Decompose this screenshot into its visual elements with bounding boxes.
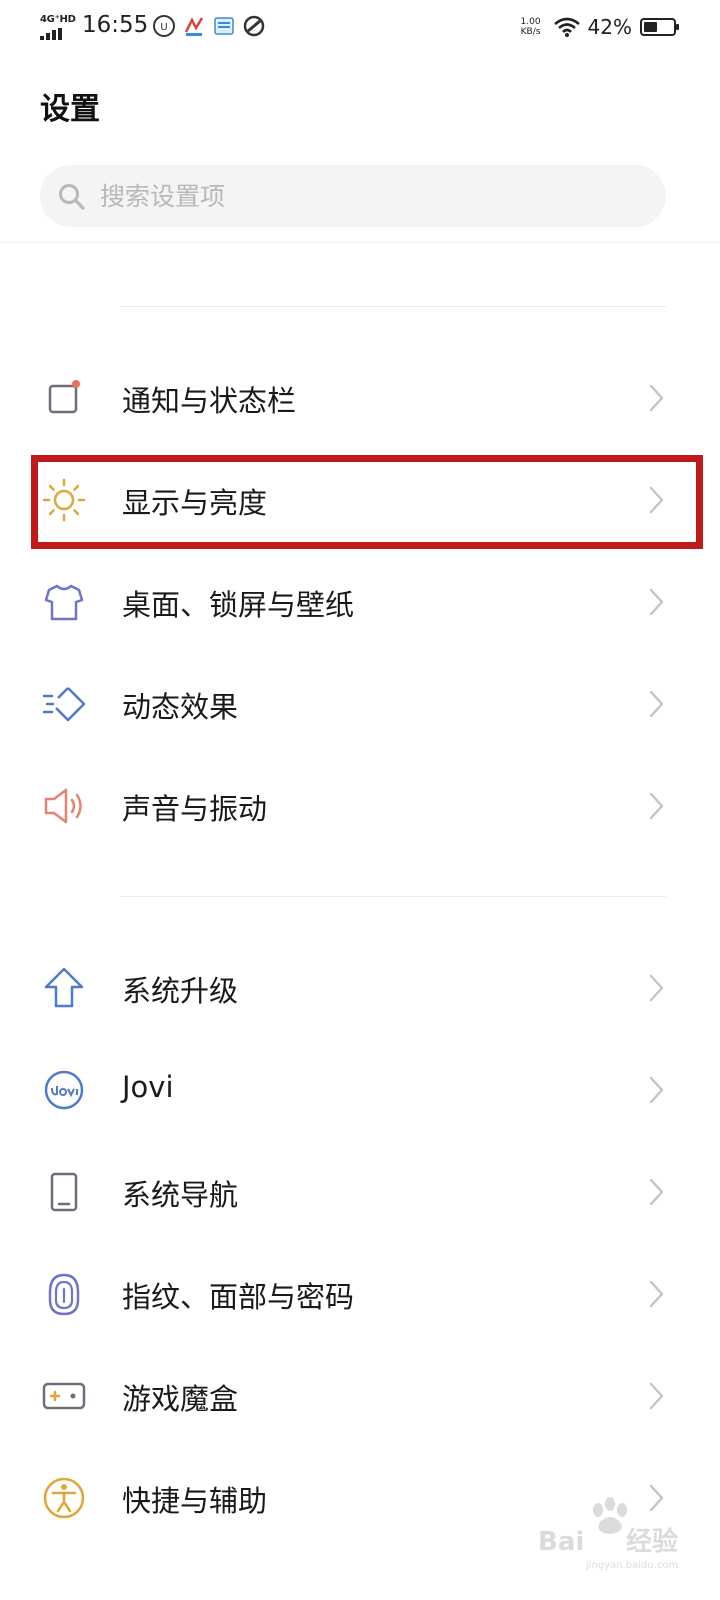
signal-bars-icon <box>40 28 62 40</box>
chevron-right-icon <box>649 1076 664 1104</box>
settings-item-label: 桌面、锁屏与壁纸 <box>122 588 355 622</box>
fingerprint-icon <box>48 1273 80 1316</box>
settings-item-label: Jovi <box>122 1070 174 1104</box>
search-bar[interactable] <box>40 165 666 227</box>
app-notification-icon <box>243 15 265 37</box>
battery-icon <box>640 18 679 36</box>
settings-item-label: 动态效果 <box>122 690 239 724</box>
settings-item-label: 快捷与辅助 <box>122 1484 268 1518</box>
settings-item-sound-vibration[interactable]: 声音与振动 <box>0 756 720 856</box>
tshirt-icon <box>44 584 84 621</box>
settings-item-label: 指纹、面部与密码 <box>122 1280 355 1314</box>
search-input[interactable] <box>100 165 640 227</box>
settings-item-display-brightness[interactable]: 显示与亮度 <box>0 450 720 550</box>
group-divider <box>120 896 666 897</box>
app-notification-icon: U <box>153 15 175 37</box>
search-icon <box>59 184 85 210</box>
settings-item-motion-effects[interactable]: 动态效果 <box>0 654 720 754</box>
jovi-icon <box>44 1070 84 1110</box>
phone-navigation-icon <box>50 1172 78 1212</box>
clock: 16:55 <box>82 12 149 38</box>
chevron-right-icon <box>649 1382 664 1410</box>
section-divider <box>0 242 720 243</box>
status-right-group: 1.00 KB/s 42% <box>516 12 680 42</box>
settings-item-desktop-lockscreen-wallpaper[interactable]: 桌面、锁屏与壁纸 <box>0 552 720 652</box>
settings-item-label: 系统升级 <box>122 974 239 1008</box>
group-divider <box>120 306 666 307</box>
chevron-right-icon <box>649 588 664 616</box>
chevron-right-icon <box>649 1280 664 1308</box>
page-title: 设置 <box>40 92 100 127</box>
settings-item-jovi[interactable]: Jovi <box>0 1040 720 1140</box>
wifi-icon <box>553 17 580 37</box>
settings-item-label: 显示与亮度 <box>122 486 268 520</box>
svg-text:经验: 经验 <box>626 1526 678 1557</box>
settings-item-label: 游戏魔盒 <box>122 1382 239 1416</box>
settings-item-label: 系统导航 <box>122 1178 239 1212</box>
notification-app-icons: U <box>152 14 266 38</box>
svg-text:jingyan.baidu.com: jingyan.baidu.com <box>585 1560 678 1571</box>
app-notification-icon <box>184 17 204 36</box>
settings-item-label: 声音与振动 <box>122 792 268 826</box>
brightness-sun-icon <box>42 478 86 522</box>
settings-item-game-box[interactable]: 游戏魔盒 <box>0 1346 720 1446</box>
battery-percent: 42% <box>587 15 632 39</box>
settings-item-label: 通知与状态栏 <box>122 384 297 418</box>
cellular-signal: 4G⁺HD <box>40 14 76 40</box>
chevron-right-icon <box>649 690 664 718</box>
accessibility-icon <box>43 1477 85 1519</box>
chevron-right-icon <box>649 1178 664 1206</box>
network-type-label: 4G⁺HD <box>40 14 76 25</box>
chevron-right-icon <box>649 792 664 820</box>
settings-item-notification-status-bar[interactable]: 通知与状态栏 <box>0 348 720 448</box>
settings-item-system-navigation[interactable]: 系统导航 <box>0 1142 720 1242</box>
chevron-right-icon <box>649 384 664 412</box>
svg-text:U: U <box>160 22 167 33</box>
svg-text:Bai: Bai <box>538 1527 584 1557</box>
baidu-jingyan-watermark: Bai 经验 jingyan.baidu.com <box>538 1497 678 1571</box>
notification-icon <box>48 380 80 414</box>
chevron-right-icon <box>649 974 664 1002</box>
settings-item-fingerprint-face-password[interactable]: 指纹、面部与密码 <box>0 1244 720 1344</box>
network-speed-unit: KB/s <box>520 27 541 37</box>
network-speed: 1.00 KB/s <box>516 17 546 37</box>
chevron-right-icon <box>649 486 664 514</box>
speaker-icon <box>44 788 82 824</box>
motion-effect-icon <box>42 687 86 722</box>
network-speed-value: 1.00 <box>520 17 541 27</box>
status-bar: 4G⁺HD 16:55 U 1.00 KB/s 42% <box>0 0 720 56</box>
app-notification-icon <box>214 17 234 35</box>
settings-item-system-upgrade[interactable]: 系统升级 <box>0 938 720 1038</box>
game-box-icon <box>42 1382 86 1410</box>
upgrade-arrow-icon <box>44 967 84 1008</box>
